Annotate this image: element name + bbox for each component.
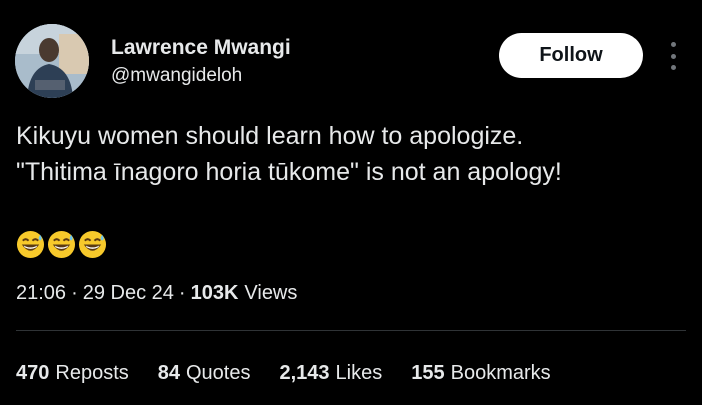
stat-count: 2,143 <box>279 362 330 384</box>
post-date[interactable]: 29 Dec 24 <box>83 282 174 305</box>
author-handle[interactable]: @mwangideloh <box>111 65 242 87</box>
grinning-face-with-sweat-icon <box>78 230 107 259</box>
stat-likes[interactable]: 2,143 Likes <box>279 362 382 385</box>
post-meta: 21:06 · 29 Dec 24 · 103K Views <box>16 282 297 305</box>
stat-label: Reposts <box>55 362 129 384</box>
grinning-face-with-sweat-icon <box>16 230 45 259</box>
separator-dot: · <box>71 282 78 304</box>
separator-dot: · <box>178 282 186 304</box>
stat-reposts[interactable]: 470 Reposts <box>16 362 129 385</box>
views-count: 103K <box>190 282 239 304</box>
views-label: Views <box>244 282 298 304</box>
stat-count: 470 <box>16 362 50 384</box>
more-options-icon[interactable] <box>664 42 682 70</box>
follow-button[interactable]: Follow <box>499 33 643 78</box>
post-text-line: Kikuyu women should learn how to apologi… <box>16 122 524 150</box>
engagement-stats: 470 Reposts 84 Quotes 2,143 Likes 155 Bo… <box>16 362 580 385</box>
stat-label: Quotes <box>186 362 251 384</box>
profile-photo-icon <box>15 24 89 98</box>
author-name[interactable]: Lawrence Mwangi <box>111 36 291 60</box>
stat-count: 84 <box>157 362 180 384</box>
grinning-face-with-sweat-icon <box>47 230 76 259</box>
stat-label: Bookmarks <box>450 362 551 384</box>
divider <box>16 330 686 331</box>
avatar[interactable] <box>15 24 89 98</box>
stat-quotes[interactable]: 84 Quotes <box>158 362 251 385</box>
stat-count: 155 <box>411 362 445 384</box>
stat-label: Likes <box>335 362 383 384</box>
post-text: Kikuyu women should learn how to apologi… <box>16 118 676 190</box>
post-text-line: "Thitima īnagoro horia tūkome" is not an… <box>16 158 562 186</box>
post-emojis <box>16 230 107 260</box>
stat-bookmarks[interactable]: 155 Bookmarks <box>411 362 550 385</box>
post-time[interactable]: 21:06 <box>16 282 66 305</box>
